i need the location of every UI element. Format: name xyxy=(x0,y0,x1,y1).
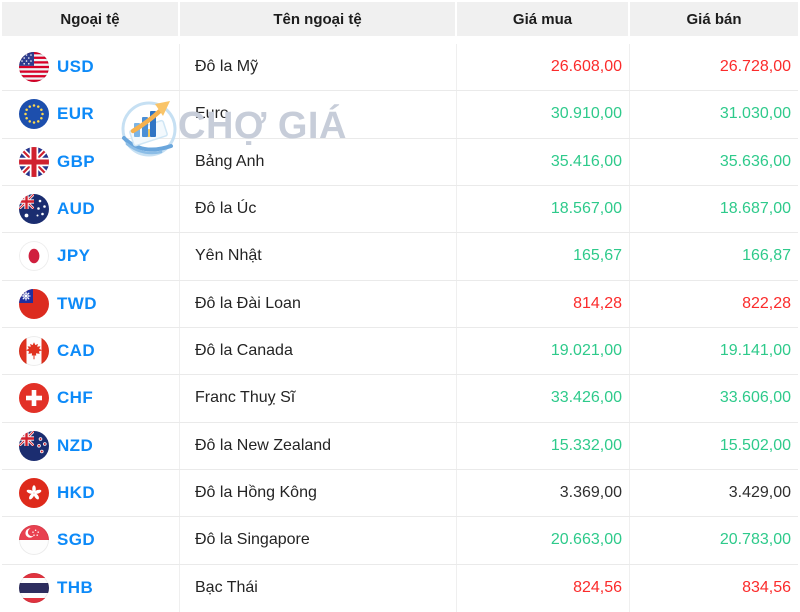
currency-name: Đô la Úc xyxy=(180,185,457,233)
currency-cell: SGD xyxy=(2,517,180,564)
sell-price: 822,28 xyxy=(742,294,791,312)
sell-price: 15.502,00 xyxy=(719,436,791,454)
table-row: SGD Đô la Singapore 20.663,00 20.783,00 xyxy=(2,517,798,565)
table-row: NZD Đô la New Zealand 15.332,00 15.502,0… xyxy=(2,422,798,470)
sell-price: 166,87 xyxy=(742,247,791,265)
sg-flag-icon xyxy=(19,525,49,556)
table-row: GBP Bảng Anh 35.416,00 35.636,00 xyxy=(2,138,798,186)
table-row: JPY Yên Nhật 165,67 166,87 xyxy=(2,233,798,281)
currency-code[interactable]: NZD xyxy=(57,436,93,456)
currency-cell: HKD xyxy=(2,469,180,517)
buy-price: 20.663,00 xyxy=(457,517,630,564)
buy-price: 26.608,00 xyxy=(457,44,630,91)
currency-code[interactable]: CHF xyxy=(57,388,93,408)
table-row: CAD Đô la Canada 19.021,00 19.141,00 xyxy=(2,327,798,376)
sell-price: 33.606,00 xyxy=(719,389,791,407)
gb-flag-icon xyxy=(19,146,49,177)
table-row: AUD Đô la Úc 18.567,00 18.687,00 xyxy=(2,185,798,234)
currency-name: Euro xyxy=(180,91,457,138)
buy-price: 18.567,00 xyxy=(457,185,630,233)
currency-cell: USD xyxy=(2,44,180,91)
currency-cell: GBP xyxy=(2,138,180,185)
sell-price: 19.141,00 xyxy=(719,342,791,360)
table-row: USD Đô la Mỹ 26.608,00 26.728,00 xyxy=(2,44,798,92)
currency-name: Đô la New Zealand xyxy=(180,422,457,469)
currency-code[interactable]: CAD xyxy=(57,341,95,361)
sell-price: 834,56 xyxy=(742,579,791,597)
buy-price: 30.910,00 xyxy=(457,91,630,138)
table-row: EUR Euro 30.910,00 31.030,00 xyxy=(2,91,798,139)
currency-code[interactable]: EUR xyxy=(57,104,94,124)
ch-flag-icon xyxy=(19,383,49,414)
sell-price: 3.429,00 xyxy=(728,484,791,502)
currency-code[interactable]: HKD xyxy=(57,483,95,503)
currency-name: Bạc Thái xyxy=(180,564,457,612)
buy-price: 15.332,00 xyxy=(457,422,630,469)
jp-flag-icon xyxy=(19,241,49,272)
column-header-currency: Ngoại tệ xyxy=(2,2,180,36)
hk-flag-icon xyxy=(19,478,49,509)
column-header-sell-price: Giá bán xyxy=(630,2,798,36)
nz-flag-icon xyxy=(19,430,49,461)
currency-name: Đô la Singapore xyxy=(180,517,457,564)
table-row: HKD Đô la Hồng Kông 3.369,00 3.429,00 xyxy=(2,469,798,518)
currency-name: Bảng Anh xyxy=(180,138,457,185)
table-body: USD Đô la Mỹ 26.608,00 26.728,00 EUR Eur… xyxy=(2,44,798,612)
table-row: TWD Đô la Đài Loan 814,28 822,28 xyxy=(2,280,798,328)
currency-name: Yên Nhật xyxy=(180,233,457,280)
ca-flag-icon xyxy=(19,336,49,367)
currency-code[interactable]: JPY xyxy=(57,246,90,266)
currency-cell: THB xyxy=(2,564,180,612)
currency-code[interactable]: USD xyxy=(57,57,94,77)
au-flag-icon xyxy=(19,194,49,225)
buy-price: 814,28 xyxy=(457,280,630,327)
buy-price: 165,67 xyxy=(457,233,630,280)
currency-cell: EUR xyxy=(2,91,180,138)
th-flag-icon xyxy=(19,573,49,604)
currency-cell: CHF xyxy=(2,375,180,422)
currency-code[interactable]: THB xyxy=(57,578,93,598)
currency-name: Đô la Hồng Kông xyxy=(180,469,457,517)
eu-flag-icon xyxy=(19,99,49,130)
currency-name: Đô la Mỹ xyxy=(180,44,457,91)
currency-name: Đô la Canada xyxy=(180,327,457,375)
currency-code[interactable]: SGD xyxy=(57,530,95,550)
tw-flag-icon xyxy=(19,288,49,319)
currency-code[interactable]: AUD xyxy=(57,199,95,219)
buy-price: 19.021,00 xyxy=(457,327,630,375)
sell-price: 31.030,00 xyxy=(719,105,791,123)
column-header-currency-name: Tên ngoại tệ xyxy=(180,2,457,36)
currency-name: Đô la Đài Loan xyxy=(180,280,457,327)
currency-code[interactable]: GBP xyxy=(57,152,95,172)
table-header: Ngoại tệ Tên ngoại tệ Giá mua Giá bán xyxy=(2,2,798,36)
buy-price: 3.369,00 xyxy=(457,469,630,517)
currency-cell: NZD xyxy=(2,422,180,469)
currency-cell: CAD xyxy=(2,327,180,375)
table-row: CHF Franc Thuỵ Sĩ 33.426,00 33.606,00 xyxy=(2,375,798,423)
currency-name: Franc Thuỵ Sĩ xyxy=(180,375,457,422)
buy-price: 33.426,00 xyxy=(457,375,630,422)
currency-cell: AUD xyxy=(2,185,180,233)
sell-price: 26.728,00 xyxy=(719,58,791,76)
us-flag-icon xyxy=(19,52,49,83)
sell-price: 18.687,00 xyxy=(719,200,791,218)
buy-price: 824,56 xyxy=(457,564,630,612)
currency-code[interactable]: TWD xyxy=(57,294,97,314)
sell-price: 35.636,00 xyxy=(719,152,791,170)
column-header-buy-price: Giá mua xyxy=(457,2,630,36)
table-row: THB Bạc Thái 824,56 834,56 xyxy=(2,564,798,612)
currency-cell: TWD xyxy=(2,280,180,327)
sell-price: 20.783,00 xyxy=(719,531,791,549)
buy-price: 35.416,00 xyxy=(457,138,630,185)
currency-cell: JPY xyxy=(2,233,180,280)
exchange-rate-table: Ngoại tệ Tên ngoại tệ Giá mua Giá bán US… xyxy=(0,0,800,612)
